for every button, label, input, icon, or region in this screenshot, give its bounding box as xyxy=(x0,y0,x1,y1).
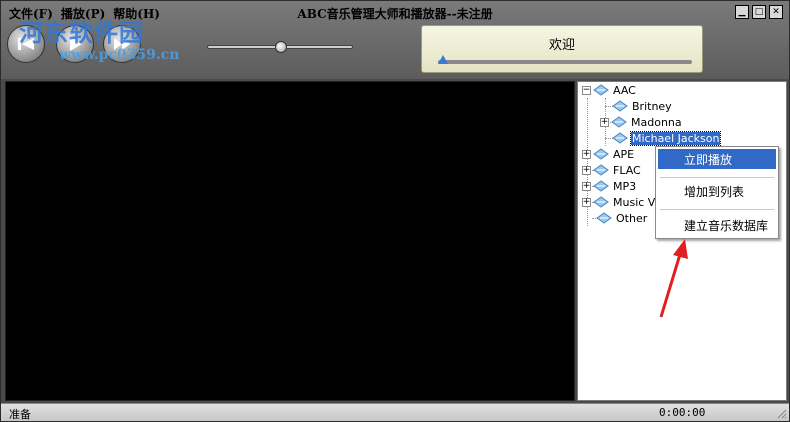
music-folder-icon xyxy=(611,116,627,128)
status-text: 准备 xyxy=(9,408,31,421)
status-bar: 准备 0:00:00 xyxy=(1,403,789,421)
tree-node-other[interactable]: Other xyxy=(596,210,648,226)
fast-forward-icon xyxy=(114,38,130,50)
tree-node-label: Music V xyxy=(613,195,656,209)
context-build-database[interactable]: 建立音乐数据库 xyxy=(658,215,776,235)
music-folder-icon xyxy=(596,212,612,224)
collapse-icon[interactable]: − xyxy=(582,85,591,95)
tree-node-label-selected: Michael Jackson xyxy=(629,130,722,146)
video-display xyxy=(5,81,575,401)
window-title: ABC音乐管理大师和播放器--未注册 xyxy=(297,7,493,21)
now-playing-panel: 欢迎 xyxy=(421,25,703,73)
expand-icon[interactable]: + xyxy=(582,149,591,159)
tree-node-label: Madonna xyxy=(631,115,682,129)
menu-separator xyxy=(660,209,774,210)
seek-bar[interactable] xyxy=(438,55,692,64)
tree-node-label: Other xyxy=(616,211,648,225)
previous-button[interactable] xyxy=(7,25,45,63)
seek-bar-thumb[interactable] xyxy=(438,55,448,64)
context-add-to-list[interactable]: 增加到列表 xyxy=(658,181,776,201)
elapsed-time: 0:00:00 xyxy=(659,406,706,419)
tree-node-mp3[interactable]: + MP3 xyxy=(582,178,637,194)
context-menu: 立即播放 增加到列表 建立音乐数据库 xyxy=(655,146,779,239)
tree-node-aac[interactable]: − AAC xyxy=(582,82,637,98)
expand-icon[interactable]: + xyxy=(582,197,591,207)
music-folder-icon xyxy=(612,100,628,112)
tree-node-label: AAC xyxy=(613,83,636,97)
tree-node-label: Britney xyxy=(632,99,672,113)
minimize-button[interactable]: ▁ xyxy=(735,5,749,19)
now-playing-text: 欢迎 xyxy=(548,38,575,53)
music-folder-icon xyxy=(593,196,609,208)
tree-node-madonna[interactable]: + Madonna xyxy=(600,114,683,130)
expand-icon[interactable]: + xyxy=(582,165,591,175)
toolbar-area: 文件(F) 播放(P) 帮助(H) ABC音乐管理大师和播放器--未注册 ▁ □… xyxy=(1,1,789,79)
tree-node-michael-jackson[interactable]: Michael Jackson xyxy=(612,130,722,146)
app-window: 文件(F) 播放(P) 帮助(H) ABC音乐管理大师和播放器--未注册 ▁ □… xyxy=(0,0,790,422)
music-folder-icon xyxy=(612,132,628,144)
tree-node-britney[interactable]: Britney xyxy=(612,98,673,114)
tree-node-flac[interactable]: + FLAC xyxy=(582,162,642,178)
music-folder-icon xyxy=(593,164,609,176)
tree-node-music-video[interactable]: + Music V xyxy=(582,194,656,210)
resize-grip-icon[interactable] xyxy=(775,407,787,419)
tree-node-label: APE xyxy=(613,147,635,161)
tree-node-label: FLAC xyxy=(613,163,641,177)
music-folder-icon xyxy=(593,148,609,160)
expand-icon[interactable]: + xyxy=(582,181,591,191)
music-folder-icon xyxy=(593,180,609,192)
close-button[interactable]: ✕ xyxy=(769,5,783,19)
volume-slider[interactable] xyxy=(207,41,353,53)
expand-icon[interactable]: + xyxy=(600,117,609,127)
menu-separator xyxy=(660,177,774,178)
music-folder-icon xyxy=(593,84,609,96)
volume-slider-knob[interactable] xyxy=(275,41,287,53)
context-play-now[interactable]: 立即播放 xyxy=(658,149,776,169)
tree-node-ape[interactable]: + APE xyxy=(582,146,635,162)
tree-node-label: MP3 xyxy=(613,179,637,193)
maximize-button[interactable]: □ xyxy=(752,5,766,19)
previous-icon xyxy=(18,38,34,50)
window-controls: ▁ □ ✕ xyxy=(735,5,783,19)
library-tree: − AAC Britney + Madonna Michael Jackson … xyxy=(577,81,787,401)
next-button[interactable] xyxy=(103,25,141,63)
play-icon xyxy=(70,37,82,51)
play-button[interactable] xyxy=(56,25,94,63)
